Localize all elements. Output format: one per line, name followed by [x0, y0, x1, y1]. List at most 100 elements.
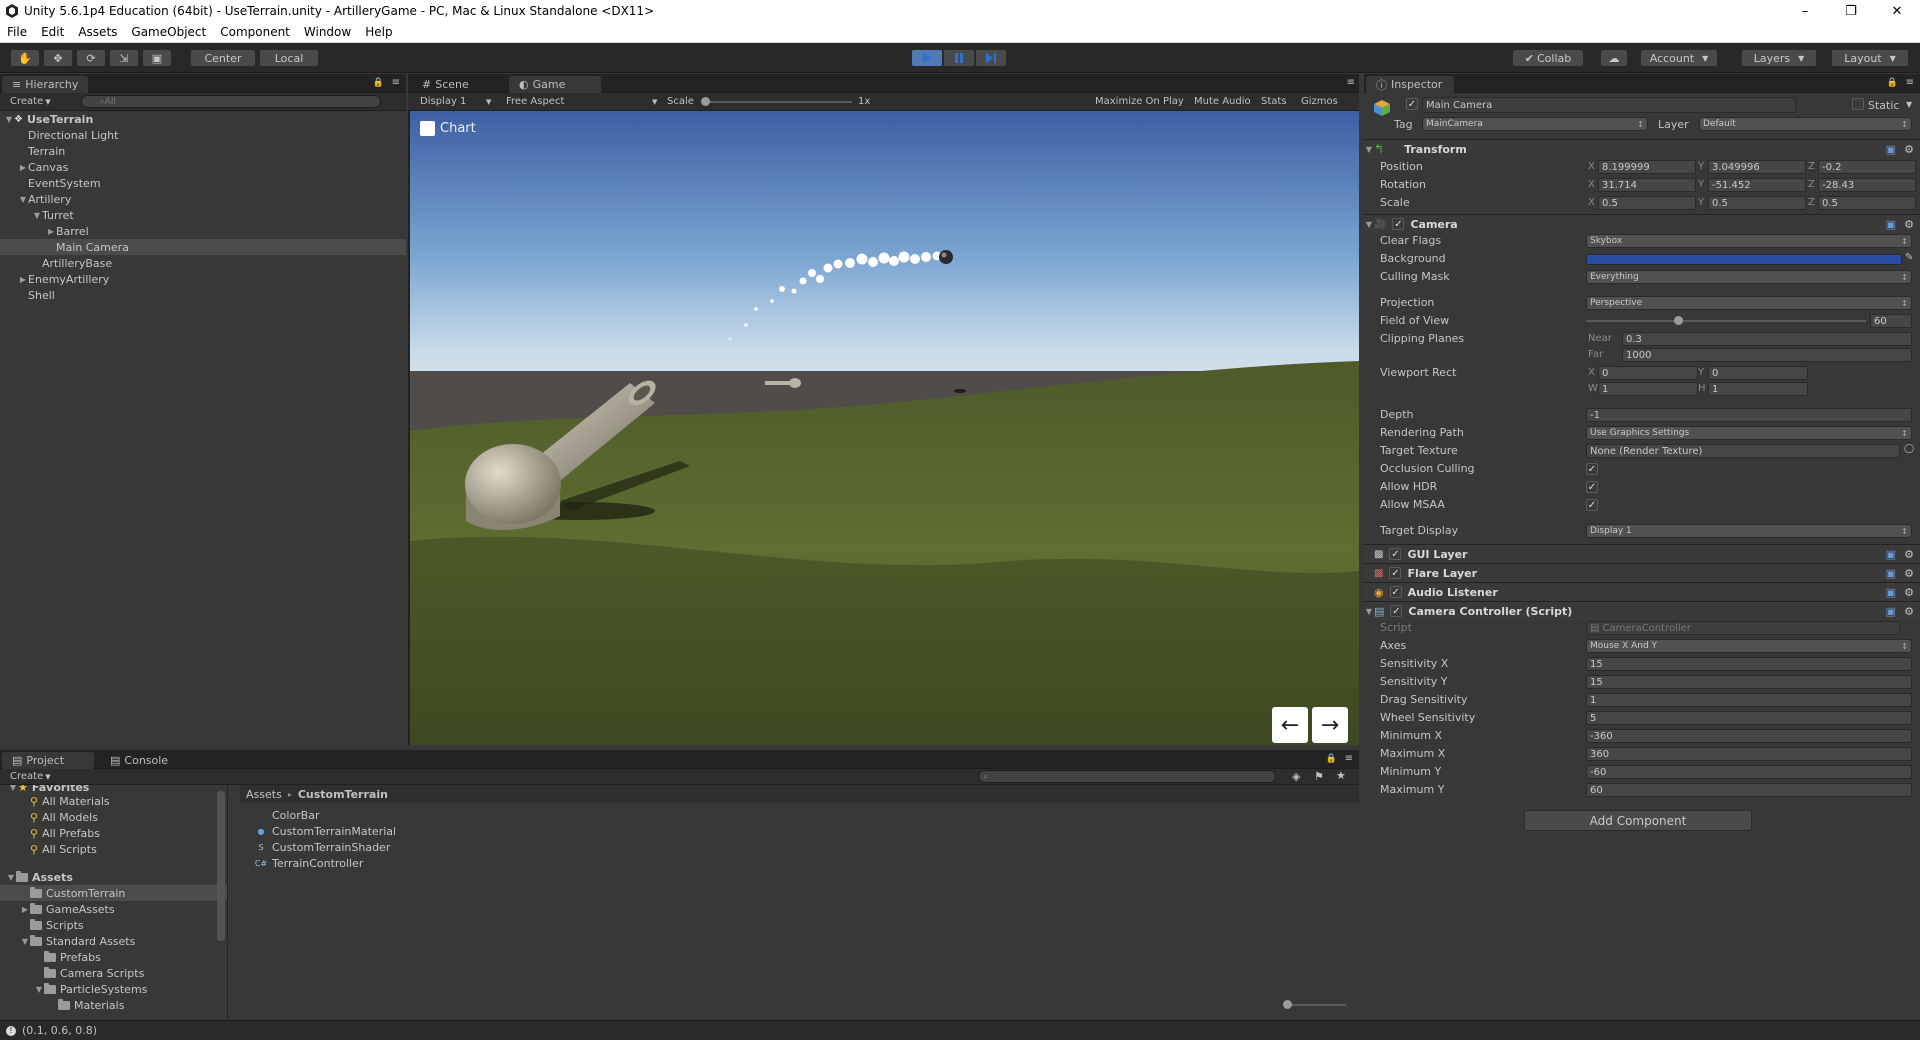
controller-field-input[interactable]: 360: [1586, 747, 1912, 761]
display-dropdown[interactable]: Display 1: [420, 96, 466, 107]
occlusion-checkbox[interactable]: ✓: [1586, 463, 1598, 475]
controller-field-input[interactable]: 5: [1586, 711, 1912, 725]
pivot-local-button[interactable]: Local: [259, 49, 319, 67]
gameobject-active-checkbox[interactable]: ✓: [1406, 98, 1418, 110]
controller-field-input[interactable]: 1: [1586, 693, 1912, 707]
folder-item[interactable]: CustomTerrain: [0, 885, 227, 901]
controller-field-input[interactable]: 15: [1586, 675, 1912, 689]
viewport-w-input[interactable]: 1: [1598, 382, 1698, 396]
favorite-star-icon[interactable]: ★: [1336, 769, 1346, 782]
help-icon[interactable]: ▣: [1886, 586, 1896, 599]
foldout-arrow-icon[interactable]: ▼: [32, 211, 42, 220]
rotate-tool-button[interactable]: ⟳: [76, 49, 106, 67]
aspect-dropdown[interactable]: Free Aspect: [506, 96, 564, 107]
foldout-arrow-icon[interactable]: ▶: [18, 275, 28, 284]
favorite-item[interactable]: ⚲ All Models: [30, 809, 98, 825]
tab-hierarchy[interactable]: ≡ Hierarchy: [2, 76, 89, 93]
controller-field-input[interactable]: Mouse X And Y: [1586, 639, 1912, 653]
hierarchy-item[interactable]: ▶ Barrel: [0, 223, 406, 239]
transform-z-input[interactable]: -0.2: [1818, 160, 1916, 174]
camera-enabled-checkbox[interactable]: ✓: [1392, 218, 1405, 230]
tab-scene[interactable]: # Scene: [412, 76, 479, 93]
foldout-arrow-icon[interactable]: ▼: [34, 985, 44, 994]
folder-item[interactable]: Camera Scripts: [0, 965, 227, 981]
chart-toggle[interactable]: Chart: [420, 121, 476, 136]
foldout-arrow-icon[interactable]: ▼: [8, 785, 18, 792]
panel-menu-icon[interactable]: ≡: [1347, 77, 1355, 88]
menu-help[interactable]: Help: [358, 25, 399, 39]
controller-field-input[interactable]: 15: [1586, 657, 1912, 671]
foldout-arrow-icon[interactable]: ▶: [20, 905, 30, 914]
collab-button[interactable]: ✔ Collab: [1512, 49, 1584, 67]
hierarchy-item[interactable]: Shell: [0, 287, 406, 303]
static-checkbox[interactable]: [1852, 98, 1864, 110]
culling-mask-dropdown[interactable]: Everything: [1586, 270, 1912, 284]
gizmos-dropdown[interactable]: Gizmos: [1301, 96, 1338, 107]
asset-file-item[interactable]: ● CustomTerrainMaterial: [254, 823, 397, 839]
add-component-button[interactable]: Add Component: [1524, 810, 1752, 831]
transform-header[interactable]: ▼ ↰ Transform ▣ ⚙: [1364, 139, 1920, 158]
pivot-center-button[interactable]: Center: [190, 49, 256, 67]
hdr-checkbox[interactable]: ✓: [1586, 481, 1598, 493]
background-color-field[interactable]: [1586, 254, 1902, 265]
lock-icon[interactable]: 🔒: [1326, 754, 1337, 764]
tree-scrollbar[interactable]: [217, 791, 225, 941]
gameobject-name-input[interactable]: Main Camera: [1422, 97, 1796, 113]
camera-header[interactable]: ▼ 🎥 ✓ Camera ▣ ⚙: [1364, 214, 1920, 233]
chevron-down-icon[interactable]: ▼: [1906, 100, 1912, 109]
status-message[interactable]: (0.1, 0.6, 0.8): [22, 1024, 97, 1037]
assets-header[interactable]: ▼ Assets: [6, 869, 73, 885]
step-button[interactable]: [975, 49, 1007, 67]
menu-assets[interactable]: Assets: [71, 25, 124, 39]
arrow-left-button[interactable]: ←: [1272, 707, 1308, 743]
tab-inspector[interactable]: ⓘ Inspector: [1366, 76, 1454, 93]
help-icon[interactable]: ▣: [1886, 567, 1896, 580]
gui-layer-checkbox[interactable]: ✓: [1389, 548, 1402, 560]
folder-item[interactable]: ▼ Standard Assets: [0, 933, 227, 949]
folder-item[interactable]: Prefabs: [0, 949, 227, 965]
transform-x-input[interactable]: 8.199999: [1598, 160, 1696, 174]
audio-listener-header[interactable]: ◉ ✓ Audio Listener ▣ ⚙: [1364, 582, 1920, 601]
hierarchy-item[interactable]: ▶ EnemyArtillery: [0, 271, 406, 287]
layout-dropdown[interactable]: Layout ▼: [1831, 49, 1909, 67]
account-dropdown[interactable]: Account ▼: [1640, 49, 1718, 67]
viewport-y-input[interactable]: 0: [1708, 366, 1808, 380]
camera-controller-header[interactable]: ▼ ▤ ✓ Camera Controller (Script) ▣ ⚙: [1364, 601, 1920, 620]
controller-field-input[interactable]: -60: [1586, 765, 1912, 779]
filter-label-icon[interactable]: ⚑: [1314, 770, 1324, 783]
gear-icon[interactable]: ⚙: [1904, 605, 1914, 618]
zoom-slider[interactable]: [1283, 1000, 1346, 1009]
gui-layer-header[interactable]: ▩ ✓ GUI Layer ▣ ⚙: [1364, 544, 1920, 563]
eyedropper-icon[interactable]: ✎: [1905, 252, 1913, 263]
msaa-checkbox[interactable]: ✓: [1586, 499, 1598, 511]
folder-item[interactable]: ▼ ParticleSystems: [0, 981, 227, 997]
layer-dropdown[interactable]: Default: [1699, 117, 1912, 131]
foldout-arrow-icon[interactable]: ▼: [18, 195, 28, 204]
asset-file-item[interactable]: S CustomTerrainShader: [254, 839, 390, 855]
near-input[interactable]: 0.3: [1622, 332, 1912, 346]
transform-x-input[interactable]: 31.714: [1598, 178, 1696, 192]
hierarchy-item[interactable]: ▶ Canvas: [0, 159, 406, 175]
folder-item[interactable]: Materials: [0, 997, 227, 1013]
fov-slider-thumb[interactable]: [1674, 316, 1684, 325]
foldout-arrow-icon[interactable]: ▶: [46, 227, 56, 236]
tag-dropdown[interactable]: MainCamera: [1422, 117, 1648, 131]
scale-slider[interactable]: [701, 97, 852, 106]
stats-toggle[interactable]: Stats: [1261, 96, 1287, 107]
hierarchy-item[interactable]: EventSystem: [0, 175, 406, 191]
viewport-x-input[interactable]: 0: [1598, 366, 1698, 380]
far-input[interactable]: 1000: [1622, 348, 1912, 362]
menu-file[interactable]: File: [0, 25, 34, 39]
panel-menu-icon[interactable]: ≡: [1906, 77, 1914, 88]
restore-button[interactable]: ❐: [1828, 0, 1874, 22]
gear-icon[interactable]: ⚙: [1904, 567, 1914, 580]
transform-y-input[interactable]: 0.5: [1708, 196, 1806, 210]
foldout-arrow-icon[interactable]: ▼: [1364, 607, 1374, 616]
depth-input[interactable]: -1: [1586, 408, 1912, 422]
pause-button[interactable]: [943, 49, 975, 67]
asset-file-item[interactable]: ColorBar: [254, 807, 320, 823]
rect-tool-button[interactable]: ▣: [142, 49, 172, 67]
flare-layer-checkbox[interactable]: ✓: [1389, 567, 1402, 579]
favorite-item[interactable]: ⚲ All Scripts: [30, 841, 97, 857]
gear-icon[interactable]: ⚙: [1904, 143, 1914, 156]
